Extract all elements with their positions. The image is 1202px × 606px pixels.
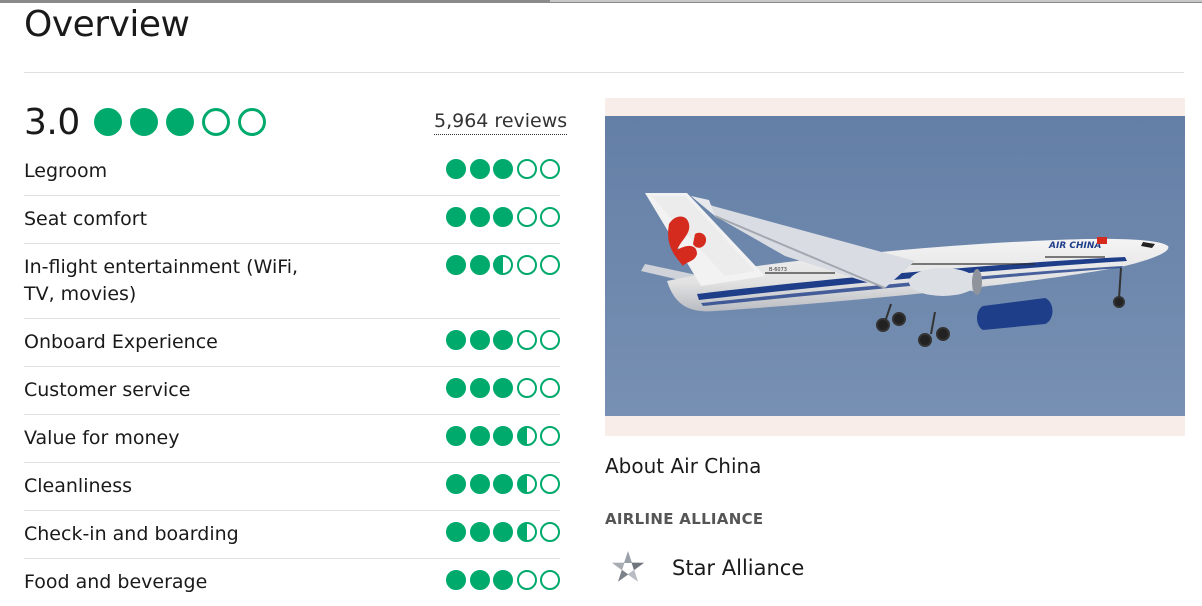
- plane-registration: B-6073: [769, 267, 787, 273]
- bubble-full-icon: [493, 570, 513, 590]
- airline-photo-frame: AIR CHINA B-6073: [605, 98, 1185, 436]
- rating-bubbles: [443, 158, 560, 179]
- top-border-light: [550, 0, 1202, 2]
- overall-rating: 3.0: [24, 100, 274, 144]
- rating-bubbles: [443, 377, 560, 398]
- rating-label: In-flight entertainment (WiFi, TV, movie…: [24, 256, 299, 305]
- rating-bubbles: [443, 254, 560, 275]
- bubble-empty-icon: [540, 522, 560, 542]
- bubble-full-icon: [469, 378, 490, 398]
- bubble-full-icon: [129, 108, 158, 136]
- rating-row: In-flight entertainment (WiFi, TV, movie…: [24, 244, 560, 319]
- bubble-full-icon: [446, 426, 466, 446]
- bubble-empty-icon: [540, 570, 560, 590]
- bubble-half-icon: [516, 474, 537, 494]
- bubble-empty-icon: [540, 255, 560, 275]
- alliance-name: Star Alliance: [672, 556, 805, 580]
- bubble-full-icon: [493, 522, 513, 542]
- rating-bubbles: [443, 473, 560, 494]
- rating-label: Legroom: [24, 160, 108, 182]
- about-heading: About Air China: [605, 454, 762, 478]
- rating-row: Legroom: [24, 148, 560, 196]
- rating-label: Check-in and boarding: [24, 523, 239, 545]
- rating-row: Value for money: [24, 415, 560, 463]
- bubble-empty-icon: [516, 159, 537, 179]
- bubble-full-icon: [469, 255, 490, 275]
- bubble-full-icon: [446, 159, 466, 179]
- airline-photo[interactable]: AIR CHINA B-6073: [605, 116, 1185, 416]
- bubble-empty-icon: [201, 108, 230, 136]
- rating-bubbles: [443, 206, 560, 227]
- bubble-full-icon: [493, 330, 513, 350]
- rating-label: Customer service: [24, 379, 191, 401]
- bubble-empty-icon: [516, 255, 537, 275]
- bubble-full-icon: [493, 207, 513, 227]
- bubble-empty-icon: [516, 330, 537, 350]
- bubble-full-icon: [165, 108, 194, 136]
- bubble-empty-icon: [516, 207, 537, 227]
- bubble-full-icon: [469, 159, 490, 179]
- bubble-full-icon: [93, 108, 122, 136]
- rating-bubbles: [443, 329, 560, 350]
- rating-row: Check-in and boarding: [24, 511, 560, 559]
- bubble-full-icon: [469, 474, 490, 494]
- bubble-full-icon: [446, 330, 466, 350]
- rating-row: Food and beverage: [24, 559, 560, 606]
- overall-bubble-rating: [93, 108, 274, 136]
- plane-livery-text: AIR CHINA: [1048, 241, 1101, 251]
- bubble-full-icon: [446, 522, 466, 542]
- rating-row: Cleanliness: [24, 463, 560, 511]
- rating-label: Cleanliness: [24, 475, 133, 497]
- rating-label: Food and beverage: [24, 571, 208, 593]
- reviews-link[interactable]: 5,964 reviews: [434, 108, 568, 135]
- bubble-full-icon: [446, 207, 466, 227]
- rating-label: Onboard Experience: [24, 331, 218, 353]
- bubble-empty-icon: [540, 159, 560, 179]
- rating-bubbles: [443, 521, 560, 542]
- rating-bubbles: [443, 425, 560, 446]
- rating-row: Seat comfort: [24, 196, 560, 244]
- alliance-row: Star Alliance: [610, 550, 804, 586]
- bubble-half-icon: [516, 426, 537, 446]
- rating-breakdown-list: Legroom Seat comfort In-flight entertainme…: [24, 148, 560, 606]
- bubble-full-icon: [493, 474, 513, 494]
- bubble-empty-icon: [237, 108, 266, 136]
- bubble-full-icon: [446, 474, 466, 494]
- bubble-full-icon: [446, 378, 466, 398]
- bubble-empty-icon: [516, 570, 537, 590]
- airline-alliance-label: AIRLINE ALLIANCE: [605, 510, 764, 528]
- bubble-full-icon: [446, 570, 466, 590]
- bubble-half-icon: [516, 522, 537, 542]
- bubble-full-icon: [469, 330, 490, 350]
- bubble-full-icon: [446, 255, 466, 275]
- star-alliance-logo-icon: [611, 551, 645, 582]
- bubble-full-icon: [493, 378, 513, 398]
- rating-label: Seat comfort: [24, 208, 148, 230]
- bubble-full-icon: [493, 159, 513, 179]
- bubble-empty-icon: [540, 474, 560, 494]
- bubble-empty-icon: [540, 330, 560, 350]
- overall-score: 3.0: [24, 101, 80, 143]
- rating-row: Onboard Experience: [24, 319, 560, 367]
- bubble-full-icon: [469, 522, 490, 542]
- title-divider: [24, 72, 1184, 73]
- page-title: Overview: [24, 4, 190, 45]
- airplane-image: AIR CHINA B-6073: [605, 116, 1185, 416]
- bubble-empty-icon: [540, 378, 560, 398]
- bubble-full-icon: [493, 426, 513, 446]
- bubble-half-icon: [493, 255, 513, 275]
- bubble-full-icon: [469, 207, 490, 227]
- bubble-empty-icon: [516, 378, 537, 398]
- rating-row: Customer service: [24, 367, 560, 415]
- bubble-empty-icon: [540, 426, 560, 446]
- rating-label: Value for money: [24, 427, 180, 449]
- bubble-full-icon: [469, 426, 490, 446]
- bubble-empty-icon: [540, 207, 560, 227]
- bubble-full-icon: [469, 570, 490, 590]
